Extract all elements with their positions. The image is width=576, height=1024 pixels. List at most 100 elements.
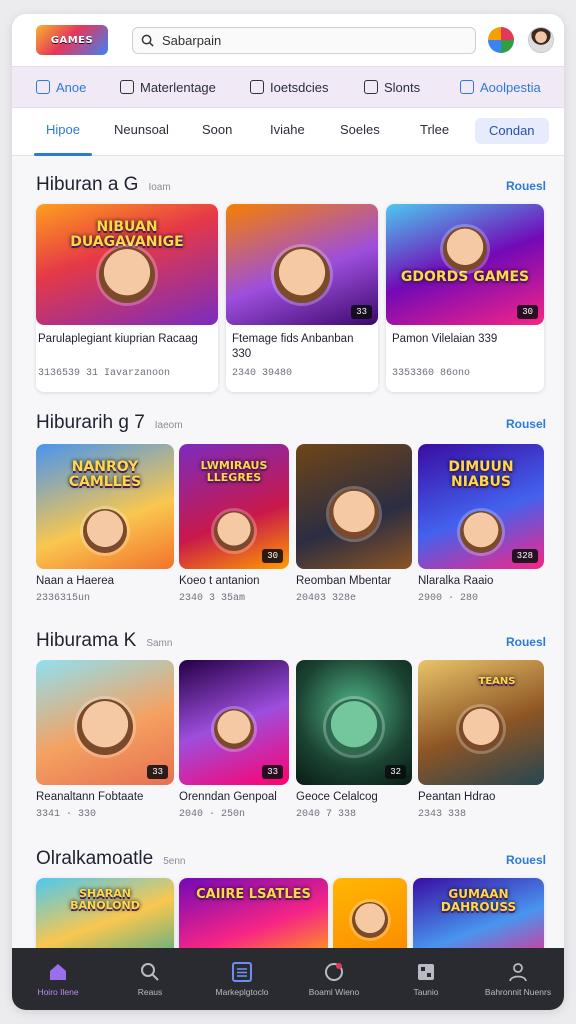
game-card[interactable]: Reomban Mbentar 20403 328e (296, 444, 412, 610)
game-meta: 3341 · 330 (36, 809, 97, 820)
game-meta: 2340 39480 (232, 368, 293, 379)
section-more-link[interactable]: Rouesl (506, 635, 546, 649)
count-badge: 30 (517, 305, 538, 319)
game-thumbnail: 33 (226, 204, 378, 325)
count-badge: 328 (511, 549, 538, 563)
game-card[interactable]: CAIIRE LSATLES (179, 878, 328, 948)
section-title: Hiburarih g 7 (36, 412, 145, 433)
game-title: Nlaralka Raaio (418, 575, 494, 587)
category-aoolpestia[interactable]: Aoolpestia (460, 80, 541, 95)
tab-neunsoal[interactable]: Neunsoal (114, 108, 169, 156)
globe-icon[interactable] (488, 27, 514, 53)
nav-item-home[interactable]: Hoiro Ilene (12, 948, 104, 1010)
game-card[interactable] (333, 878, 407, 948)
category-materlentage[interactable]: Materlentage (120, 80, 216, 95)
game-title: Peantan Hdrao (418, 791, 496, 803)
nav-item-record[interactable]: Boaml Wieno (288, 948, 380, 1010)
character-art (459, 707, 503, 751)
section-more-link[interactable]: Rousel (506, 417, 546, 431)
thumbnail-art-title: TEANS (478, 676, 516, 687)
avatar[interactable] (528, 27, 554, 53)
game-card[interactable]: 33 Reanaltann Fobtaate 3341 · 330 (36, 660, 174, 826)
category-label: Ioetsdcies (270, 79, 329, 95)
section-subtitle: 5enn (163, 856, 186, 867)
category-ioetsdcies[interactable]: Ioetsdcies (250, 80, 329, 95)
search-icon (141, 962, 159, 981)
game-title: Parulaplegiant kiuprian Racaag (38, 333, 198, 345)
game-meta: 3136539 31 Iavarzanoon (38, 368, 171, 379)
game-title: Ftemage fids Anbanban 330 (232, 333, 354, 360)
count-badge: 32 (385, 765, 406, 779)
tab-soeles[interactable]: Soeles (340, 108, 380, 156)
thumbnail-art-title: SHARAN BANOLOND (70, 887, 140, 913)
game-meta: 3353360 86ono (392, 368, 471, 379)
game-title: Geoce Celalcog (296, 791, 378, 803)
nav-label: Markeplgtoclo (215, 986, 269, 997)
game-card[interactable]: 32 Geoce Celalcog 2040 7 338 (296, 660, 412, 826)
game-thumbnail (333, 878, 407, 948)
game-card[interactable]: GDORDS GAMES 30 Pamon Vilelaian 339 3353… (386, 204, 544, 392)
character-art (460, 511, 502, 553)
gamepad-icon (120, 80, 134, 94)
character-art (99, 247, 155, 303)
home-icon (50, 963, 66, 980)
tab-condan[interactable]: Condan (475, 118, 549, 144)
game-card[interactable]: 33 Ftemage fids Anbanban 330 2340 39480 (226, 204, 378, 392)
section-more-link[interactable]: Rouesl (506, 853, 546, 867)
nav-item-marketplace[interactable]: Markeplgtoclo (196, 948, 288, 1010)
section-subtitle: Samn (146, 638, 173, 649)
thumbnail-art-title: DIMUUN NIABUS (448, 459, 514, 491)
game-thumbnail: TEANS (418, 660, 544, 785)
game-thumbnail (296, 444, 412, 569)
game-title: Koeo t antanion (179, 575, 260, 587)
search-icon (141, 34, 154, 47)
category-slonts[interactable]: Slonts (364, 80, 420, 95)
app-logo[interactable]: GAMES (36, 25, 108, 55)
nav-item-search[interactable]: Reaus (104, 948, 196, 1010)
game-meta: 20403 328e (296, 593, 357, 604)
character-art (352, 902, 388, 938)
game-meta: 2040 · 250n (179, 809, 246, 820)
count-badge: 33 (147, 765, 168, 779)
nav-item-profile[interactable]: Bahronnit Nuenrs (472, 948, 564, 1010)
tab-iviahe[interactable]: Iviahe (270, 108, 305, 156)
category-anoe[interactable]: Anoe (36, 80, 86, 95)
game-thumbnail: LWMIRAUS LLEGRES 30 (179, 444, 289, 569)
category-label: Aoolpestia (480, 79, 541, 95)
game-thumbnail: GUMAAN DAHROUSS (413, 878, 544, 948)
game-thumbnail: 32 (296, 660, 412, 785)
thumbnail-art-title: NANROY CAMLLES (68, 459, 142, 491)
game-card[interactable]: SHARAN BANOLOND (36, 878, 174, 948)
game-card[interactable]: LWMIRAUS LLEGRES 30 Koeo t antanion 2340… (179, 444, 289, 610)
game-card[interactable]: DIMUUN NIABUS 328 Nlaralka Raaio 2900 · … (418, 444, 544, 610)
tab-hipoe[interactable]: Hipoe (34, 108, 92, 156)
top-bar: GAMES Sabarpain (12, 14, 564, 66)
character-art (214, 709, 254, 749)
game-card[interactable]: NIBUAN DUAGAVANIGE Parulaplegiant kiupri… (36, 204, 218, 392)
game-thumbnail: 33 (36, 660, 174, 785)
character-art (274, 247, 330, 303)
search-field[interactable]: Sabarpain (132, 26, 476, 54)
search-input[interactable]: Sabarpain (162, 33, 221, 48)
nav-label: Hoiro Ilene (37, 986, 79, 997)
game-thumbnail: NANROY CAMLLES (36, 444, 174, 569)
game-card[interactable]: NANROY CAMLLES Naan a Haerea 2336315un (36, 444, 174, 610)
game-card[interactable]: 33 Orenndan Genpoal 2040 · 250n (179, 660, 289, 826)
tab-soon[interactable]: Soon (202, 108, 232, 156)
count-badge: 33 (351, 305, 372, 319)
game-meta: 2040 7 338 (296, 809, 357, 820)
record-icon (325, 962, 343, 981)
game-card[interactable]: TEANS Peantan Hdrao 2343 338 (418, 660, 544, 826)
thumbnail-art-title: CAIIRE LSATLES (196, 887, 311, 902)
bottom-nav: Hoiro Ilene Reaus Markeplgtoclo Boaml Wi… (12, 948, 564, 1010)
tab-trlee[interactable]: Trlee (420, 108, 449, 156)
nav-item-box[interactable]: Taunio (380, 948, 472, 1010)
nav-label: Bahronnit Nuenrs (484, 986, 552, 997)
count-badge: 33 (262, 765, 283, 779)
section-more-link[interactable]: Rouesl (506, 179, 546, 193)
section-title: Hiburama K (36, 630, 137, 651)
game-card[interactable]: GUMAAN DAHROUSS (413, 878, 544, 948)
window-icon (460, 80, 474, 94)
bag-icon (250, 80, 264, 94)
game-thumbnail: DIMUUN NIABUS 328 (418, 444, 544, 569)
